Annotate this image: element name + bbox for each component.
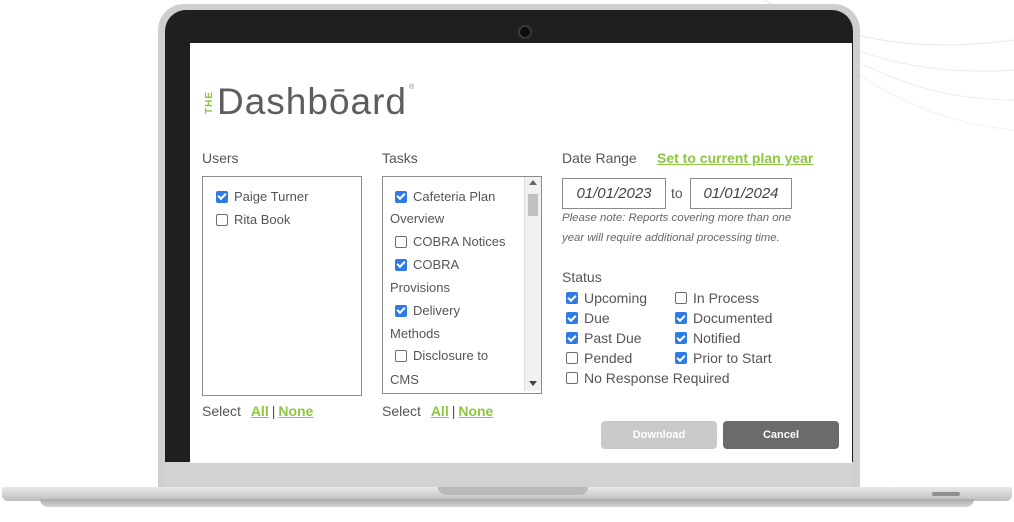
status-pended[interactable]: Pended: [566, 350, 632, 366]
tasks-select-label: Select: [382, 403, 421, 419]
user-item-paige-turner[interactable]: Paige Turner: [216, 189, 308, 204]
checkbox-checked-icon[interactable]: [675, 352, 687, 364]
status-item-label: No Response Required: [584, 370, 730, 386]
scroll-down-icon[interactable]: [529, 381, 537, 386]
date-note: Please note: Reports covering more than …: [562, 208, 837, 248]
user-item-rita-book[interactable]: Rita Book: [216, 212, 290, 227]
checkbox-checked-icon[interactable]: [395, 258, 407, 271]
status-due[interactable]: Due: [566, 310, 610, 326]
checkbox-checked-icon[interactable]: [566, 332, 578, 344]
task-item-label: COBRA: [413, 257, 460, 272]
status-item-label: Prior to Start: [693, 350, 772, 366]
task-item-cafeteria-plan[interactable]: Cafeteria Plan: [395, 189, 495, 204]
status-item-label: Upcoming: [584, 290, 648, 306]
tasks-label: Tasks: [382, 150, 418, 166]
laptop-port: [932, 492, 960, 496]
task-item-delivery-methods[interactable]: Delivery: [395, 303, 460, 318]
logo-word: Dashbōard: [217, 81, 408, 122]
status-notified[interactable]: Notified: [675, 330, 740, 346]
users-select-row: Select All | None: [202, 403, 313, 419]
checkbox-checked-icon[interactable]: [675, 312, 687, 324]
status-label: Status: [562, 269, 602, 285]
task-item-label: Delivery: [413, 303, 460, 318]
cancel-button[interactable]: Cancel: [723, 421, 839, 449]
checkbox-checked-icon[interactable]: [395, 190, 407, 203]
date-note-line: year will require additional processing …: [562, 232, 780, 244]
tasks-select-row: Select All | None: [382, 403, 493, 419]
checkbox-checked-icon[interactable]: [566, 312, 578, 324]
status-in-process[interactable]: In Process: [675, 290, 759, 306]
separator: |: [451, 403, 456, 419]
user-item-label: Paige Turner: [234, 189, 309, 204]
task-item-label-cont: Overview: [390, 211, 445, 226]
users-select-none-link[interactable]: None: [278, 403, 313, 419]
date-range-label: Date Range: [562, 150, 637, 166]
laptop-base-bottom: [40, 499, 974, 507]
checkbox-checked-icon[interactable]: [395, 304, 407, 317]
status-no-response-required[interactable]: No Response Required: [566, 370, 730, 386]
status-item-label: Past Due: [584, 330, 642, 346]
checkbox-unchecked-icon[interactable]: [566, 352, 578, 364]
status-item-label: Notified: [693, 330, 741, 346]
user-item-label: Rita Book: [234, 212, 291, 227]
separator: |: [271, 403, 276, 419]
laptop-notch: [438, 487, 588, 495]
checkbox-unchecked-icon[interactable]: [395, 235, 407, 248]
checkbox-unchecked-icon[interactable]: [216, 213, 228, 226]
status-item-label: Due: [584, 310, 610, 326]
scroll-up-icon[interactable]: [529, 180, 537, 185]
task-item-label: Cafeteria Plan: [413, 189, 496, 204]
date-from-input[interactable]: 01/01/2023: [562, 178, 666, 209]
task-item-cobra-provisions[interactable]: COBRA: [395, 257, 459, 272]
date-to-label: to: [671, 185, 683, 201]
checkbox-unchecked-icon[interactable]: [395, 349, 407, 362]
status-past-due[interactable]: Past Due: [566, 330, 642, 346]
users-list[interactable]: [202, 176, 362, 396]
users-select-label: Select: [202, 403, 241, 419]
task-item-cobra-notices[interactable]: COBRA Notices: [395, 234, 505, 249]
task-item-label-cont: CMS: [390, 372, 419, 387]
date-note-line: Please note: Reports covering more than …: [562, 212, 792, 224]
task-item-disclosure-cms[interactable]: Disclosure to: [395, 348, 488, 363]
status-upcoming[interactable]: Upcoming: [566, 290, 647, 306]
status-item-label: In Process: [693, 290, 760, 306]
checkbox-checked-icon[interactable]: [566, 292, 578, 304]
camera-icon: [520, 27, 530, 37]
status-item-label: Pended: [584, 350, 633, 366]
checkbox-checked-icon[interactable]: [216, 190, 228, 203]
tasks-select-none-link[interactable]: None: [458, 403, 493, 419]
download-button[interactable]: Download: [601, 421, 717, 449]
task-item-label: COBRA Notices: [413, 234, 506, 249]
status-item-label: Documented: [693, 310, 773, 326]
status-documented[interactable]: Documented: [675, 310, 772, 326]
checkbox-checked-icon[interactable]: [675, 332, 687, 344]
tasks-select-all-link[interactable]: All: [431, 403, 449, 419]
task-item-label-cont: Provisions: [390, 280, 450, 295]
task-item-label-cont: Methods: [390, 326, 440, 341]
logo-registered: ®: [409, 84, 415, 91]
task-item-label: Disclosure to: [413, 348, 489, 363]
users-select-all-link[interactable]: All: [251, 403, 269, 419]
checkbox-unchecked-icon[interactable]: [675, 292, 687, 304]
users-label: Users: [202, 150, 239, 166]
set-current-plan-year-link[interactable]: Set to current plan year: [657, 150, 813, 166]
status-prior-to-start[interactable]: Prior to Start: [675, 350, 772, 366]
scrollbar-thumb[interactable]: [528, 194, 538, 216]
date-to-input[interactable]: 01/01/2024: [690, 178, 792, 209]
logo-prefix: THE: [204, 90, 215, 114]
tasks-scrollbar[interactable]: [524, 177, 541, 391]
checkbox-unchecked-icon[interactable]: [566, 372, 578, 384]
dashboard-logo: THE Dashbōard ®: [204, 80, 415, 124]
